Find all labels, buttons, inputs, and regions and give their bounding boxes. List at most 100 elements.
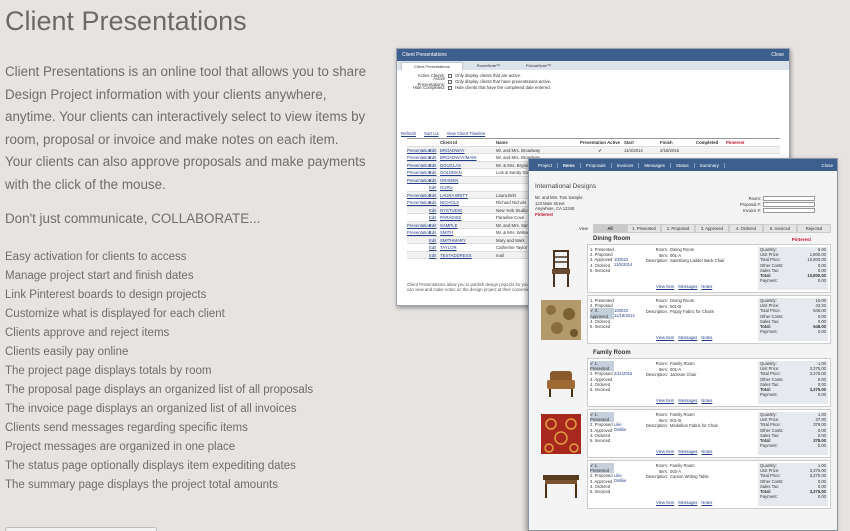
edit-link[interactable]: Edit xyxy=(429,147,438,154)
presentation-link[interactable]: Presentation xyxy=(407,192,431,199)
edit-link[interactable]: Edit xyxy=(429,154,438,161)
edit-link[interactable]: Edit xyxy=(429,237,438,244)
nav-item-summary[interactable]: Summary xyxy=(695,162,725,168)
item-link[interactable]: Messages xyxy=(678,335,697,340)
item-link[interactable]: Messages xyxy=(678,398,697,403)
item-image[interactable] xyxy=(535,244,587,293)
item-image[interactable] xyxy=(535,460,587,509)
status-step[interactable]: ✔ 1. Presented xyxy=(590,463,614,474)
presentation-link[interactable]: Presentation xyxy=(407,147,431,154)
item-image[interactable] xyxy=(535,358,587,407)
edit-link[interactable]: Edit xyxy=(429,252,438,259)
item-link[interactable]: Notes xyxy=(701,500,712,505)
room-select[interactable] xyxy=(763,195,815,201)
status-step[interactable]: 2. Proposed xyxy=(590,473,614,478)
client-id-link[interactable]: GRADEN xyxy=(438,177,496,184)
item-link[interactable]: View Item xyxy=(656,284,674,289)
item-link[interactable]: Messages xyxy=(678,500,697,505)
client-id-link[interactable]: GURU xyxy=(438,184,496,191)
client-id-link[interactable]: BROADWAY/MAIN xyxy=(438,154,496,161)
edit-link[interactable]: Edit xyxy=(429,222,438,229)
status-step[interactable]: 5. Invoiced xyxy=(590,324,614,329)
client-id-link[interactable]: PARADISE xyxy=(438,214,496,221)
nav-item-status[interactable]: Status xyxy=(671,162,695,168)
client-id-link[interactable]: TEXTADDRESS xyxy=(438,252,496,259)
status-step[interactable]: 2. Proposed xyxy=(590,422,614,427)
intro-line: room, proposal or invoice and make notes… xyxy=(5,131,339,147)
item-link[interactable]: Notes xyxy=(701,284,712,289)
item-link[interactable]: Notes xyxy=(701,398,712,403)
close-button[interactable]: Close xyxy=(821,163,833,168)
edit-link[interactable]: Edit xyxy=(429,199,438,206)
edit-link[interactable]: Edit xyxy=(429,214,438,221)
status-step[interactable]: ✔ 1. Presented xyxy=(590,412,614,423)
client-id-link[interactable]: DOUGLAS xyxy=(438,162,496,169)
client-id-link[interactable]: SMITHMARY xyxy=(438,237,496,244)
view-filter-bar: View All 1. Presented 2. Proposed 3. Approve… xyxy=(579,223,831,233)
item-image[interactable] xyxy=(535,295,587,344)
presentation-link[interactable]: Presentation xyxy=(407,154,431,161)
presentation-link[interactable]: Presentation xyxy=(407,177,431,184)
client-id-link[interactable]: SMITH xyxy=(438,229,496,236)
edit-link[interactable]: Edit xyxy=(429,169,438,176)
status-step[interactable]: 2. Proposed xyxy=(590,371,614,376)
status-step[interactable]: 5. Invoiced xyxy=(590,268,614,273)
client-id-link[interactable]: SAMPLE xyxy=(438,222,496,229)
item-link[interactable]: Notes xyxy=(701,335,712,340)
presentation-link[interactable]: Presentation xyxy=(407,169,431,176)
invoice-input[interactable] xyxy=(763,207,815,213)
pinterest-logo[interactable]: Pinterest xyxy=(792,237,811,242)
bottom-button[interactable] xyxy=(5,527,157,531)
edit-link[interactable]: Edit xyxy=(429,177,438,184)
edit-link[interactable]: Edit xyxy=(429,207,438,214)
edit-link[interactable]: Edit xyxy=(429,229,438,236)
item-link[interactable]: View Item xyxy=(656,449,674,454)
nav-item-items[interactable]: Items xyxy=(558,162,581,168)
item-row: ✔ 1. Presented 2. Proposed 3. Approved 4. O… xyxy=(535,358,831,407)
item-image[interactable] xyxy=(535,409,587,458)
item-link[interactable]: View Item xyxy=(656,500,674,505)
presentation-link[interactable]: Presentation xyxy=(407,229,431,236)
status-step[interactable]: ✔ 1. Presented xyxy=(590,361,614,372)
pinterest-logo[interactable]: Pinterest xyxy=(535,212,583,218)
status-step[interactable]: ✔ 3. Approved xyxy=(590,308,614,319)
edit-link[interactable]: Edit xyxy=(429,162,438,169)
checkbox[interactable] xyxy=(448,80,452,84)
checkbox[interactable] xyxy=(448,86,452,90)
presentation-link[interactable]: Presentation xyxy=(407,162,431,169)
status-step[interactable]: 5. Invoiced xyxy=(590,489,614,494)
edit-link[interactable]: Edit xyxy=(429,192,438,199)
client-id-link[interactable]: GOLDMAN xyxy=(438,169,496,176)
item-link[interactable]: Messages xyxy=(678,449,697,454)
client-id-link[interactable]: BROADWAY xyxy=(438,147,496,154)
checkbox[interactable] xyxy=(448,74,452,78)
client-id-link[interactable]: LAURA BRITT xyxy=(438,192,496,199)
nav-item-project[interactable]: Project xyxy=(533,162,559,168)
presentation-link[interactable]: Presentation xyxy=(407,222,431,229)
desc-value: Family Room xyxy=(670,361,695,366)
edit-link[interactable]: Edit xyxy=(429,244,438,251)
tab-roomnote[interactable]: RoomNote™ xyxy=(465,62,512,70)
edit-link[interactable]: Edit xyxy=(429,184,438,191)
client-id-link[interactable]: TAYLOR xyxy=(438,244,496,251)
client-id-link[interactable]: NICHOLS xyxy=(438,199,496,206)
tab-picturenote[interactable]: PictureNote™ xyxy=(514,62,563,70)
item-link[interactable]: Notes xyxy=(701,449,712,454)
sort-list-link[interactable]: Sort Lis xyxy=(424,131,439,136)
nav-item-invoices[interactable]: Invoices xyxy=(612,162,640,168)
item-link[interactable]: Messages xyxy=(678,284,697,289)
presentation-link[interactable]: Presentation xyxy=(407,199,431,206)
refresh-link[interactable]: Refresh xyxy=(401,131,416,136)
nav-item-messages[interactable]: Messages xyxy=(639,162,671,168)
status-step[interactable]: 5. Invoiced xyxy=(590,387,614,392)
close-button[interactable]: Close xyxy=(771,49,784,61)
status-step[interactable]: 3. Approved xyxy=(590,257,614,262)
nav-item-proposals[interactable]: Proposals xyxy=(581,162,612,168)
tab-client-presentations[interactable]: Client Presentations xyxy=(401,62,463,70)
item-link[interactable]: View Item xyxy=(656,398,674,403)
status-step[interactable]: 5. Invoiced xyxy=(590,438,614,443)
client-id-link[interactable]: NYSTUDIO xyxy=(438,207,496,214)
proposal-input[interactable] xyxy=(763,201,815,207)
view-timeline-link[interactable]: View Client Timeline xyxy=(447,131,486,136)
item-link[interactable]: View Item xyxy=(656,335,674,340)
